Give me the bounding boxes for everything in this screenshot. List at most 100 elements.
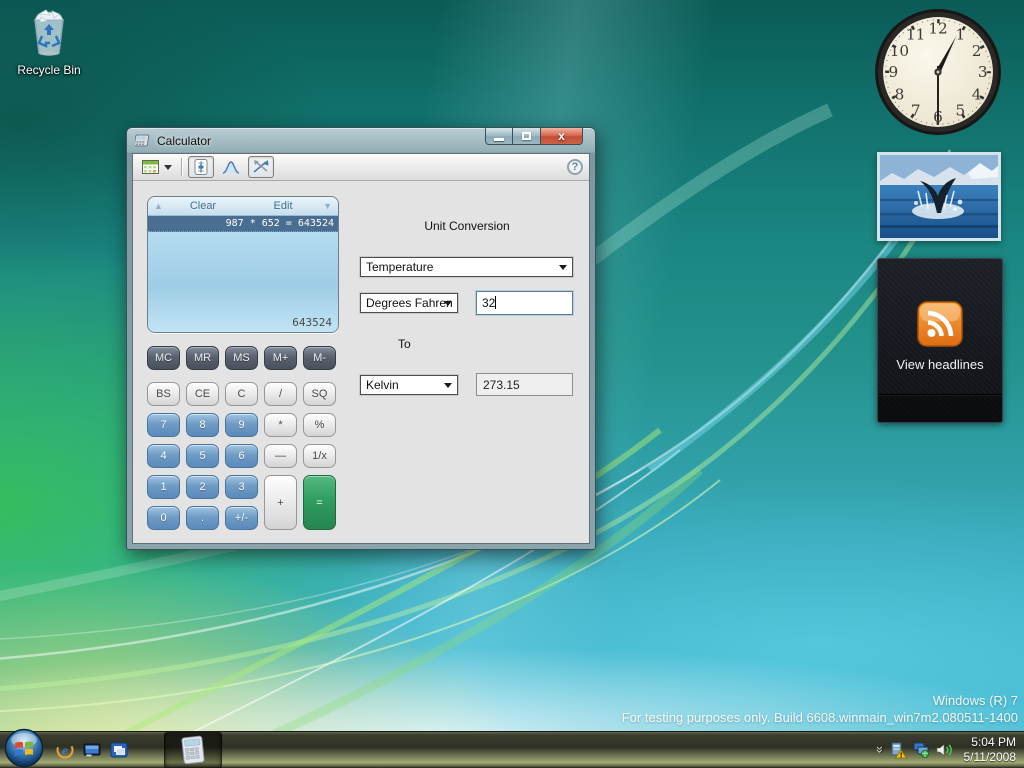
key-5[interactable]: 5	[186, 444, 219, 468]
history-edit-button[interactable]: Edit	[243, 200, 323, 212]
key-7[interactable]: 7	[147, 413, 180, 437]
svg-text:11: 11	[906, 26, 925, 44]
maximize-icon	[522, 132, 531, 140]
tray-expand-icon[interactable]: «	[871, 747, 886, 752]
clock-gadget[interactable]: 12 1 2 3 4 5 6 7 8 9 10 11	[873, 7, 1003, 137]
chevron-down-icon	[444, 301, 452, 306]
key-2[interactable]: 2	[186, 475, 219, 499]
tray-volume-icon[interactable]	[936, 742, 954, 758]
calculator-window: Calculator x	[126, 127, 596, 550]
svg-text:3: 3	[978, 63, 988, 81]
key-reciprocal[interactable]: 1/x	[303, 444, 336, 468]
text-caret	[495, 296, 496, 309]
tray-date: 5/11/2008	[964, 750, 1017, 765]
key-percent[interactable]: %	[303, 413, 336, 437]
to-unit-value: Kelvin	[366, 378, 399, 392]
display-result: 643524	[292, 316, 332, 329]
switch-windows-icon[interactable]	[110, 742, 128, 758]
minimize-icon	[494, 138, 504, 141]
conversion-arrows-icon	[252, 159, 270, 175]
key-multiply[interactable]: *	[264, 413, 297, 437]
key-memory-recall[interactable]: MR	[186, 346, 219, 370]
mode-dropdown-caret	[164, 165, 172, 170]
internet-explorer-icon[interactable]: e	[56, 741, 74, 759]
start-button[interactable]	[4, 728, 44, 768]
svg-text:5: 5	[956, 102, 966, 120]
key-plus[interactable]: +	[264, 475, 297, 530]
key-1[interactable]: 1	[147, 475, 180, 499]
history-clear-button[interactable]: Clear	[163, 200, 243, 212]
analog-clock: 12 1 2 3 4 5 6 7 8 9 10 11	[873, 7, 1003, 137]
tray-clock[interactable]: 5:04 PM 5/11/2008	[964, 735, 1017, 765]
rss-gadget-label: View headlines	[896, 357, 983, 372]
key-backspace[interactable]: BS	[147, 382, 180, 406]
rss-gadget-footer	[878, 394, 1002, 422]
history-scroll-up-icon[interactable]: ▲	[154, 201, 163, 211]
conversion-category-value: Temperature	[366, 260, 433, 274]
calculator-task-icon	[179, 735, 207, 765]
unit-scale-icon	[194, 159, 208, 175]
key-4[interactable]: 4	[147, 444, 180, 468]
unit-scale-toggle[interactable]	[188, 156, 214, 178]
key-clear[interactable]: C	[225, 382, 258, 406]
calculator-client-area: ? ▲ Clear Edit ▼ 987 * 652 = 643524 6435…	[132, 153, 590, 544]
show-desktop-icon[interactable]	[83, 742, 101, 758]
key-9[interactable]: 9	[225, 413, 258, 437]
unit-conversion-title: Unit Conversion	[360, 219, 574, 233]
recycle-bin-icon[interactable]: Recycle Bin	[6, 8, 92, 77]
close-icon: x	[558, 129, 565, 143]
key-6[interactable]: 6	[225, 444, 258, 468]
photo-gadget[interactable]	[877, 152, 1001, 241]
key-sign-toggle[interactable]: +/-	[225, 506, 258, 530]
maximize-button[interactable]	[513, 128, 541, 145]
help-button[interactable]: ?	[567, 159, 583, 175]
statistics-toggle[interactable]	[218, 156, 244, 178]
rss-gadget[interactable]: View headlines	[877, 258, 1003, 423]
key-memory-add[interactable]: M+	[264, 346, 297, 370]
svg-text:10: 10	[890, 42, 909, 60]
history-scroll-down-icon[interactable]: ▼	[323, 201, 332, 211]
key-0[interactable]: 0	[147, 506, 180, 530]
history-header: ▲ Clear Edit ▼	[148, 197, 338, 216]
key-8[interactable]: 8	[186, 413, 219, 437]
key-3[interactable]: 3	[225, 475, 258, 499]
display-body: 643524	[148, 232, 338, 332]
minimize-button[interactable]	[485, 128, 513, 145]
conversion-to-unit-select[interactable]: Kelvin	[360, 375, 458, 395]
mode-menu-button[interactable]	[139, 158, 175, 176]
svg-text:8: 8	[895, 85, 905, 103]
key-memory-clear[interactable]: MC	[147, 346, 180, 370]
tray-setup-warning-icon[interactable]	[890, 742, 907, 759]
key-square[interactable]: SQ	[303, 382, 336, 406]
key-memory-store[interactable]: MS	[225, 346, 258, 370]
from-value-text: 32	[482, 296, 495, 310]
key-divide[interactable]: /	[264, 382, 297, 406]
svg-text:1: 1	[956, 26, 966, 44]
svg-text:e: e	[62, 743, 68, 758]
build-watermark: Windows (R) 7 For testing purposes only.…	[622, 692, 1018, 726]
recycle-bin-label: Recycle Bin	[6, 63, 92, 77]
key-minus[interactable]: —	[264, 444, 297, 468]
svg-text:4: 4	[972, 85, 982, 103]
svg-text:9: 9	[888, 63, 898, 81]
watermark-build: For testing purposes only. Build 6608.wi…	[622, 709, 1018, 726]
conversion-toggle[interactable]	[248, 156, 274, 178]
rss-icon	[917, 301, 963, 347]
unit-conversion-panel: Unit Conversion Temperature Degrees Fahr…	[360, 219, 574, 396]
conversion-from-unit-select[interactable]: Degrees Fahren	[360, 293, 458, 313]
key-memory-subtract[interactable]: M-	[303, 346, 336, 370]
conversion-to-label: To	[398, 337, 574, 351]
history-entry-selected[interactable]: 987 * 652 = 643524	[148, 216, 338, 232]
key-clear-entry[interactable]: CE	[186, 382, 219, 406]
taskbar-item-calculator[interactable]	[164, 732, 222, 768]
recycle-bin-glyph	[26, 8, 72, 56]
chevron-down-icon	[444, 383, 452, 388]
tray-network-icon[interactable]	[913, 742, 930, 758]
close-button[interactable]: x	[541, 128, 583, 145]
key-equals[interactable]: =	[303, 475, 336, 530]
conversion-from-input[interactable]: 32	[476, 291, 573, 315]
key-decimal[interactable]: .	[186, 506, 219, 530]
bell-curve-icon	[222, 160, 240, 174]
conversion-category-select[interactable]: Temperature	[360, 257, 573, 277]
tray-time: 5:04 PM	[964, 735, 1017, 750]
